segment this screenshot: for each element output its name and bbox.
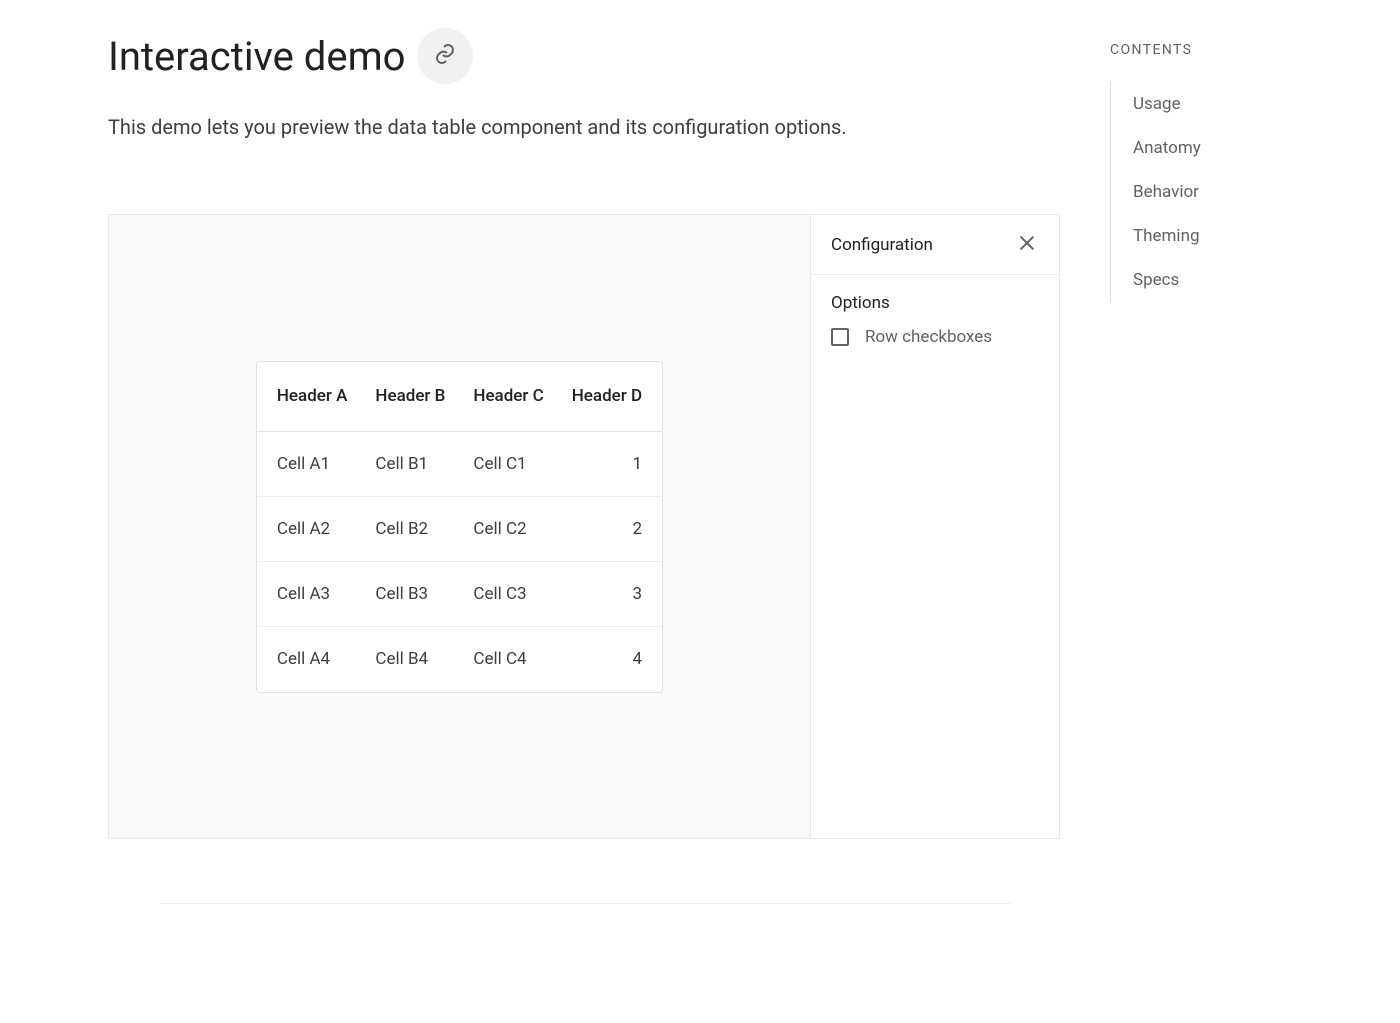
preview-area: Header A Header B Header C Header D Cell… — [109, 215, 810, 838]
table-row: Cell A1 Cell B1 Cell C1 1 — [257, 432, 662, 497]
data-table: Header A Header B Header C Header D Cell… — [256, 361, 663, 693]
table-cell: Cell A4 — [257, 627, 376, 692]
table-cell: Cell A2 — [257, 497, 376, 562]
table-cell: Cell B3 — [375, 562, 473, 627]
table-cell: 3 — [572, 562, 662, 627]
table-cell: Cell C3 — [473, 562, 571, 627]
table-cell: Cell B2 — [375, 497, 473, 562]
table-cell: Cell C2 — [473, 497, 571, 562]
table-header-cell: Header D — [572, 362, 662, 432]
table-header-cell: Header C — [473, 362, 571, 432]
toc-link-behavior[interactable]: Behavior — [1111, 170, 1310, 214]
table-cell: 4 — [572, 627, 662, 692]
table-cell: Cell A1 — [257, 432, 376, 497]
toc-link-specs[interactable]: Specs — [1111, 258, 1310, 302]
toc-link-anatomy[interactable]: Anatomy — [1111, 126, 1310, 170]
table-header-cell: Header B — [375, 362, 473, 432]
table-cell: Cell B4 — [375, 627, 473, 692]
copy-link-button[interactable] — [417, 28, 473, 84]
table-row: Cell A4 Cell B4 Cell C4 4 — [257, 627, 662, 692]
close-configuration-button[interactable] — [1011, 229, 1043, 261]
table-row: Cell A2 Cell B2 Cell C2 2 — [257, 497, 662, 562]
toc-link-usage[interactable]: Usage — [1111, 82, 1310, 126]
link-icon — [433, 42, 457, 70]
table-header-cell: Header A — [257, 362, 376, 432]
table-cell: Cell C4 — [473, 627, 571, 692]
page-title: Interactive demo — [108, 33, 405, 80]
table-cell: Cell C1 — [473, 432, 571, 497]
table-row: Cell A3 Cell B3 Cell C3 3 — [257, 562, 662, 627]
table-header-row: Header A Header B Header C Header D — [257, 362, 662, 432]
close-icon — [1017, 233, 1037, 257]
toc-heading: Contents — [1110, 42, 1310, 58]
configuration-title: Configuration — [831, 235, 933, 255]
options-heading: Options — [831, 293, 1039, 313]
divider — [160, 903, 1010, 904]
demo-frame: Header A Header B Header C Header D Cell… — [108, 214, 1060, 839]
table-cell: 2 — [572, 497, 662, 562]
table-cell: Cell B1 — [375, 432, 473, 497]
checkbox-icon — [831, 328, 849, 346]
table-cell: 1 — [572, 432, 662, 497]
table-cell: Cell A3 — [257, 562, 376, 627]
option-label: Row checkboxes — [865, 327, 992, 347]
row-checkboxes-option[interactable]: Row checkboxes — [831, 327, 1039, 347]
intro-text: This demo lets you preview the data tabl… — [108, 112, 1060, 142]
configuration-panel: Configuration Options Ro — [810, 215, 1059, 838]
table-of-contents: Contents Usage Anatomy Behavior Theming … — [1110, 24, 1310, 904]
toc-link-theming[interactable]: Theming — [1111, 214, 1310, 258]
